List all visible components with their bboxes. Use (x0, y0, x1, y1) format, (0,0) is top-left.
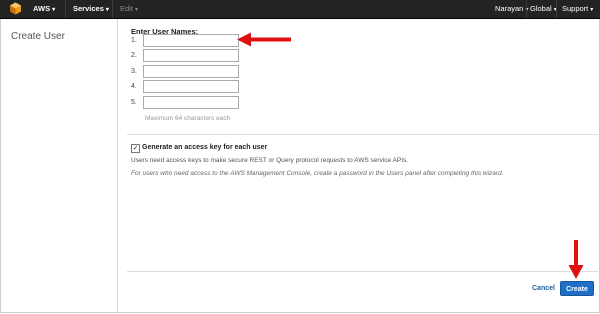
nav-services-label: Services (73, 4, 104, 13)
nav-user-label: Narayan (495, 4, 524, 13)
user-name-input-5[interactable] (143, 96, 239, 109)
user-name-input-4[interactable] (143, 80, 239, 93)
generate-access-key-checkbox[interactable]: ✓ (131, 144, 140, 153)
row-number: 3. (131, 68, 137, 75)
nav-edit-label: Edit (120, 4, 133, 13)
nav-support-label: Support (562, 4, 589, 13)
aws-logo-icon[interactable] (9, 2, 22, 15)
footer-divider (127, 271, 598, 272)
row-number: 1. (131, 37, 137, 44)
chevron-down-icon: ▾ (590, 7, 594, 13)
red-arrow-down-icon (568, 240, 584, 279)
row-number: 4. (131, 83, 137, 90)
nav-divider (526, 0, 527, 18)
user-name-input-2[interactable] (143, 49, 239, 62)
section-divider (127, 134, 598, 135)
generate-access-key-label: Generate an access key for each user (142, 144, 268, 151)
user-name-input-3[interactable] (143, 65, 239, 78)
nav-aws-menu[interactable]: AWS ▾ (33, 0, 55, 18)
cancel-link[interactable]: Cancel (532, 285, 555, 292)
nav-aws-label: AWS (33, 4, 51, 13)
nav-divider (112, 0, 113, 18)
nav-region-menu[interactable]: Global▾ (530, 0, 557, 18)
red-arrow-left-icon (237, 32, 291, 47)
nav-divider (556, 0, 557, 18)
console-password-note: For users who need access to the AWS Man… (131, 170, 504, 177)
max-length-hint: Maximum 64 characters each (145, 115, 231, 122)
row-number: 5. (131, 99, 137, 106)
nav-edit-menu[interactable]: Edit ▾ (120, 0, 138, 18)
nav-region-label: Global (530, 4, 552, 13)
page-title: Create User (11, 31, 65, 42)
wizard-frame (0, 19, 600, 313)
access-key-note: Users need access keys to make secure RE… (131, 157, 409, 164)
nav-support-menu[interactable]: Support ▾ (562, 0, 593, 18)
create-button[interactable]: Create (560, 281, 594, 296)
top-navbar: AWS▾ Services▾ Edit▾ Narayan▾ Global▾ Su… (0, 0, 600, 19)
nav-services-menu[interactable]: Services ▾ (73, 0, 109, 18)
checkbox-checked-icon: ✓ (132, 145, 139, 152)
row-number: 2. (131, 52, 137, 59)
nav-divider (65, 0, 66, 18)
sidebar-divider (117, 19, 118, 312)
chevron-down-icon: ▾ (134, 7, 138, 13)
nav-user-menu[interactable]: Narayan▾ (495, 0, 528, 18)
chevron-down-icon: ▾ (52, 7, 56, 13)
user-name-input-1[interactable] (143, 34, 239, 47)
chevron-down-icon: ▾ (105, 7, 109, 13)
